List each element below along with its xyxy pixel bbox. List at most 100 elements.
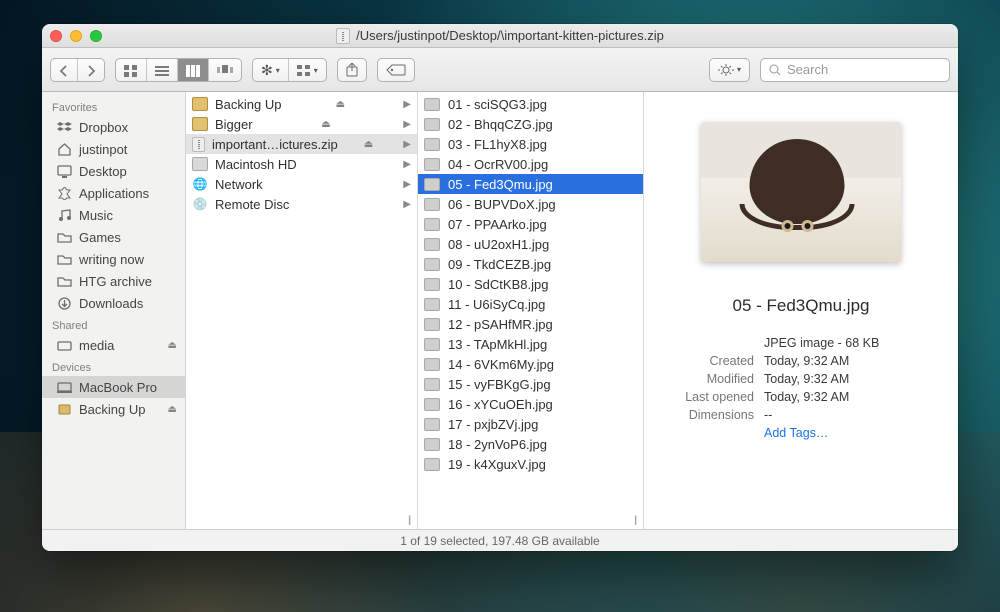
zip-icon xyxy=(336,28,350,44)
sidebar-header: Shared xyxy=(42,314,185,334)
preview-created: Today, 9:32 AM xyxy=(764,354,849,368)
sidebar-item[interactable]: Games xyxy=(42,226,185,248)
file-row[interactable]: 18 - 2ynVoP6.jpg xyxy=(418,434,643,454)
sidebar-item[interactable]: justinpot xyxy=(42,138,185,160)
dropbox-icon xyxy=(56,119,72,135)
device-row[interactable]: Macintosh HD▶ xyxy=(186,154,417,174)
maximize-button[interactable] xyxy=(90,30,102,42)
image-icon xyxy=(424,118,440,131)
share-button[interactable] xyxy=(337,58,367,82)
eject-icon[interactable]: ⏏ xyxy=(336,99,345,110)
image-icon xyxy=(424,418,440,431)
preview-thumbnail[interactable] xyxy=(701,122,901,262)
image-icon xyxy=(424,218,440,231)
close-button[interactable] xyxy=(50,30,62,42)
file-row[interactable]: 02 - BhqqCZG.jpg xyxy=(418,114,643,134)
file-row[interactable]: 10 - SdCtKB8.jpg xyxy=(418,274,643,294)
sidebar-item[interactable]: MacBook Pro xyxy=(42,376,185,398)
file-row[interactable]: 17 - pxjbZVj.jpg xyxy=(418,414,643,434)
device-row[interactable]: Backing Up⏏▶ xyxy=(186,94,417,114)
preview-modified: Today, 9:32 AM xyxy=(764,372,849,386)
chevron-right-icon: ▶ xyxy=(403,99,411,110)
sidebar-item[interactable]: Applications xyxy=(42,182,185,204)
search-input[interactable]: Search xyxy=(760,58,950,82)
image-icon xyxy=(424,358,440,371)
sidebar-item[interactable]: Backing Up⏏ xyxy=(42,398,185,420)
file-row[interactable]: 03 - FL1hyX8.jpg xyxy=(418,134,643,154)
apps-icon xyxy=(56,185,72,201)
chevron-right-icon: ▶ xyxy=(403,159,411,170)
image-icon xyxy=(424,298,440,311)
eject-icon[interactable]: ⏏ xyxy=(168,340,177,351)
back-button[interactable] xyxy=(51,59,77,82)
file-row[interactable]: 07 - PPAArko.jpg xyxy=(418,214,643,234)
file-row[interactable]: 04 - OcrRV00.jpg xyxy=(418,154,643,174)
column-devices: Backing Up⏏▶Bigger⏏▶important…ictures.zi… xyxy=(186,92,418,529)
image-icon xyxy=(424,278,440,291)
file-row[interactable]: 08 - uU2oxH1.jpg xyxy=(418,234,643,254)
eject-icon[interactable]: ⏏ xyxy=(168,404,177,415)
image-icon xyxy=(424,138,440,151)
arrange-menu[interactable]: ▾ xyxy=(288,59,326,82)
column-view-button[interactable] xyxy=(177,59,208,82)
music-icon xyxy=(56,207,72,223)
tag-button[interactable] xyxy=(377,58,415,82)
column-files: 01 - sciSQG3.jpg02 - BhqqCZG.jpg03 - FL1… xyxy=(418,92,644,529)
search-icon xyxy=(769,64,781,76)
minimize-button[interactable] xyxy=(70,30,82,42)
file-row[interactable]: 15 - vyFBKgG.jpg xyxy=(418,374,643,394)
drive-icon xyxy=(56,337,72,353)
downloads-icon xyxy=(56,295,72,311)
desktop-icon xyxy=(56,163,72,179)
chevron-right-icon: ▶ xyxy=(403,199,411,210)
toolbar: ✻▾ ▾ ▾ Search xyxy=(42,48,958,92)
device-row[interactable]: 💿Remote Disc▶ xyxy=(186,194,417,214)
sidebar-item[interactable]: media⏏ xyxy=(42,334,185,356)
preview-pane: 05 - Fed3Qmu.jpg JPEG image - 68 KB Crea… xyxy=(644,92,958,529)
finder-window: /Users/justinpot/Desktop/\important-kitt… xyxy=(42,24,958,551)
file-row[interactable]: 05 - Fed3Qmu.jpg xyxy=(418,174,643,194)
image-icon xyxy=(424,238,440,251)
sidebar-item[interactable]: Music xyxy=(42,204,185,226)
eject-icon[interactable]: ⏏ xyxy=(321,119,330,130)
file-row[interactable]: 14 - 6VKm6My.jpg xyxy=(418,354,643,374)
sidebar-header: Devices xyxy=(42,356,185,376)
file-row[interactable]: 19 - k4XguxV.jpg xyxy=(418,454,643,474)
image-icon xyxy=(424,318,440,331)
device-row[interactable]: important…ictures.zip⏏▶ xyxy=(186,134,417,154)
dropbox-button[interactable]: ▾ xyxy=(709,58,750,82)
icon-view-button[interactable] xyxy=(116,59,146,82)
sidebar-item[interactable]: Dropbox xyxy=(42,116,185,138)
image-icon xyxy=(424,258,440,271)
file-row[interactable]: 13 - TApMkHl.jpg xyxy=(418,334,643,354)
image-icon xyxy=(424,98,440,111)
sidebar-item[interactable]: writing now xyxy=(42,248,185,270)
file-row[interactable]: 16 - xYCuOEh.jpg xyxy=(418,394,643,414)
file-row[interactable]: 12 - pSAHfMR.jpg xyxy=(418,314,643,334)
device-row[interactable]: 🌐Network▶ xyxy=(186,174,417,194)
preview-kind: JPEG image - 68 KB xyxy=(764,336,879,350)
sidebar-item[interactable]: HTG archive xyxy=(42,270,185,292)
action-menu[interactable]: ✻▾ xyxy=(253,59,288,82)
list-view-button[interactable] xyxy=(146,59,177,82)
sidebar-item[interactable]: Downloads xyxy=(42,292,185,314)
file-row[interactable]: 11 - U6iSyCq.jpg xyxy=(418,294,643,314)
folder-icon xyxy=(56,251,72,267)
file-row[interactable]: 01 - sciSQG3.jpg xyxy=(418,94,643,114)
file-row[interactable]: 09 - TkdCEZB.jpg xyxy=(418,254,643,274)
mac-icon xyxy=(56,379,72,395)
image-icon xyxy=(424,178,440,191)
sidebar-header: Favorites xyxy=(42,96,185,116)
disk-icon xyxy=(56,401,72,417)
image-icon xyxy=(424,398,440,411)
eject-icon[interactable]: ⏏ xyxy=(364,139,373,150)
titlebar[interactable]: /Users/justinpot/Desktop/\important-kitt… xyxy=(42,24,958,48)
file-row[interactable]: 06 - BUPVDoX.jpg xyxy=(418,194,643,214)
image-icon xyxy=(424,158,440,171)
folder-icon xyxy=(56,229,72,245)
add-tags-link[interactable]: Add Tags… xyxy=(764,426,828,440)
forward-button[interactable] xyxy=(77,59,104,82)
device-row[interactable]: Bigger⏏▶ xyxy=(186,114,417,134)
sidebar-item[interactable]: Desktop xyxy=(42,160,185,182)
coverflow-view-button[interactable] xyxy=(208,59,241,82)
